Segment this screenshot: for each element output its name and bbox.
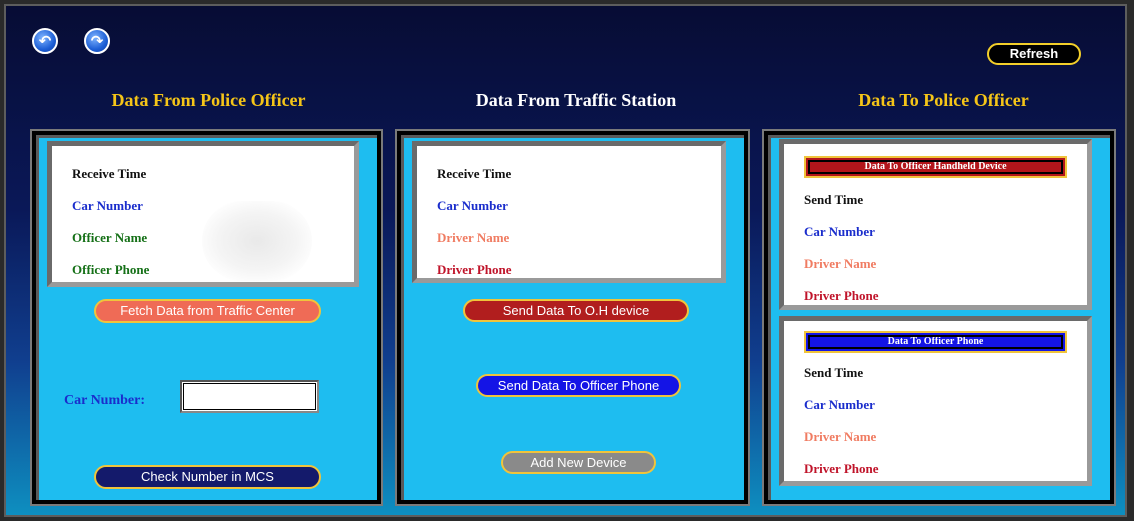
send-time-label: Send Time [804, 365, 864, 380]
refresh-button[interactable]: Refresh [987, 43, 1081, 65]
receive-time-label: Receive Time [72, 166, 147, 181]
driver-phone-label: Driver Phone [804, 288, 879, 303]
back-icon[interactable]: ↶ [32, 28, 58, 54]
redacted-area [202, 201, 312, 281]
title-data-from-traffic-station: Data From Traffic Station [475, 90, 677, 110]
officer-phone-card: Data To Officer Phone Send Time Car Numb… [779, 316, 1092, 486]
traffic-station-info-card: Receive Time Car Number Driver Name Driv… [412, 141, 726, 283]
check-number-button[interactable]: Check Number in MCS [94, 465, 321, 489]
officer-name-label: Officer Name [72, 230, 148, 245]
driver-phone-label: Driver Phone [437, 262, 512, 277]
car-number-input-label: Car Number: [64, 393, 146, 408]
add-new-device-button[interactable]: Add New Device [501, 451, 656, 474]
car-number-label: Car Number [804, 224, 875, 239]
send-to-officer-phone-button[interactable]: Send Data To Officer Phone [476, 374, 681, 397]
driver-phone-label: Driver Phone [804, 461, 879, 476]
police-officer-info-card: Receive Time Car Number Officer Name Off… [47, 141, 359, 287]
receive-time-label: Receive Time [437, 166, 512, 181]
app-window: ↶ ↷ Refresh Data From Police Officer Dat… [4, 4, 1127, 517]
title-data-from-police-officer: Data From Police Officer [111, 90, 306, 110]
handheld-device-card: Data To Officer Handheld Device Send Tim… [779, 139, 1092, 310]
car-number-label: Car Number [437, 198, 508, 213]
driver-name-label: Driver Name [804, 256, 877, 271]
traffic-station-panel: Receive Time Car Number Driver Name Driv… [397, 131, 748, 504]
car-number-input[interactable] [180, 380, 319, 413]
title-data-to-police-officer: Data To Police Officer [858, 90, 1029, 110]
car-number-label: Car Number [804, 397, 875, 412]
fetch-data-button[interactable]: Fetch Data from Traffic Center [94, 299, 321, 323]
forward-icon[interactable]: ↷ [84, 28, 110, 54]
officer-phone-header: Data To Officer Phone [804, 331, 1067, 353]
officer-phone-label: Officer Phone [72, 262, 150, 277]
driver-name-label: Driver Name [804, 429, 877, 444]
to-police-officer-panel: Data To Officer Handheld Device Send Tim… [764, 131, 1114, 504]
car-number-label: Car Number [72, 198, 143, 213]
send-to-oh-device-button[interactable]: Send Data To O.H device [463, 299, 689, 322]
send-time-label: Send Time [804, 192, 864, 207]
handheld-device-header: Data To Officer Handheld Device [804, 156, 1067, 178]
police-officer-panel: Receive Time Car Number Officer Name Off… [32, 131, 381, 504]
driver-name-label: Driver Name [437, 230, 510, 245]
